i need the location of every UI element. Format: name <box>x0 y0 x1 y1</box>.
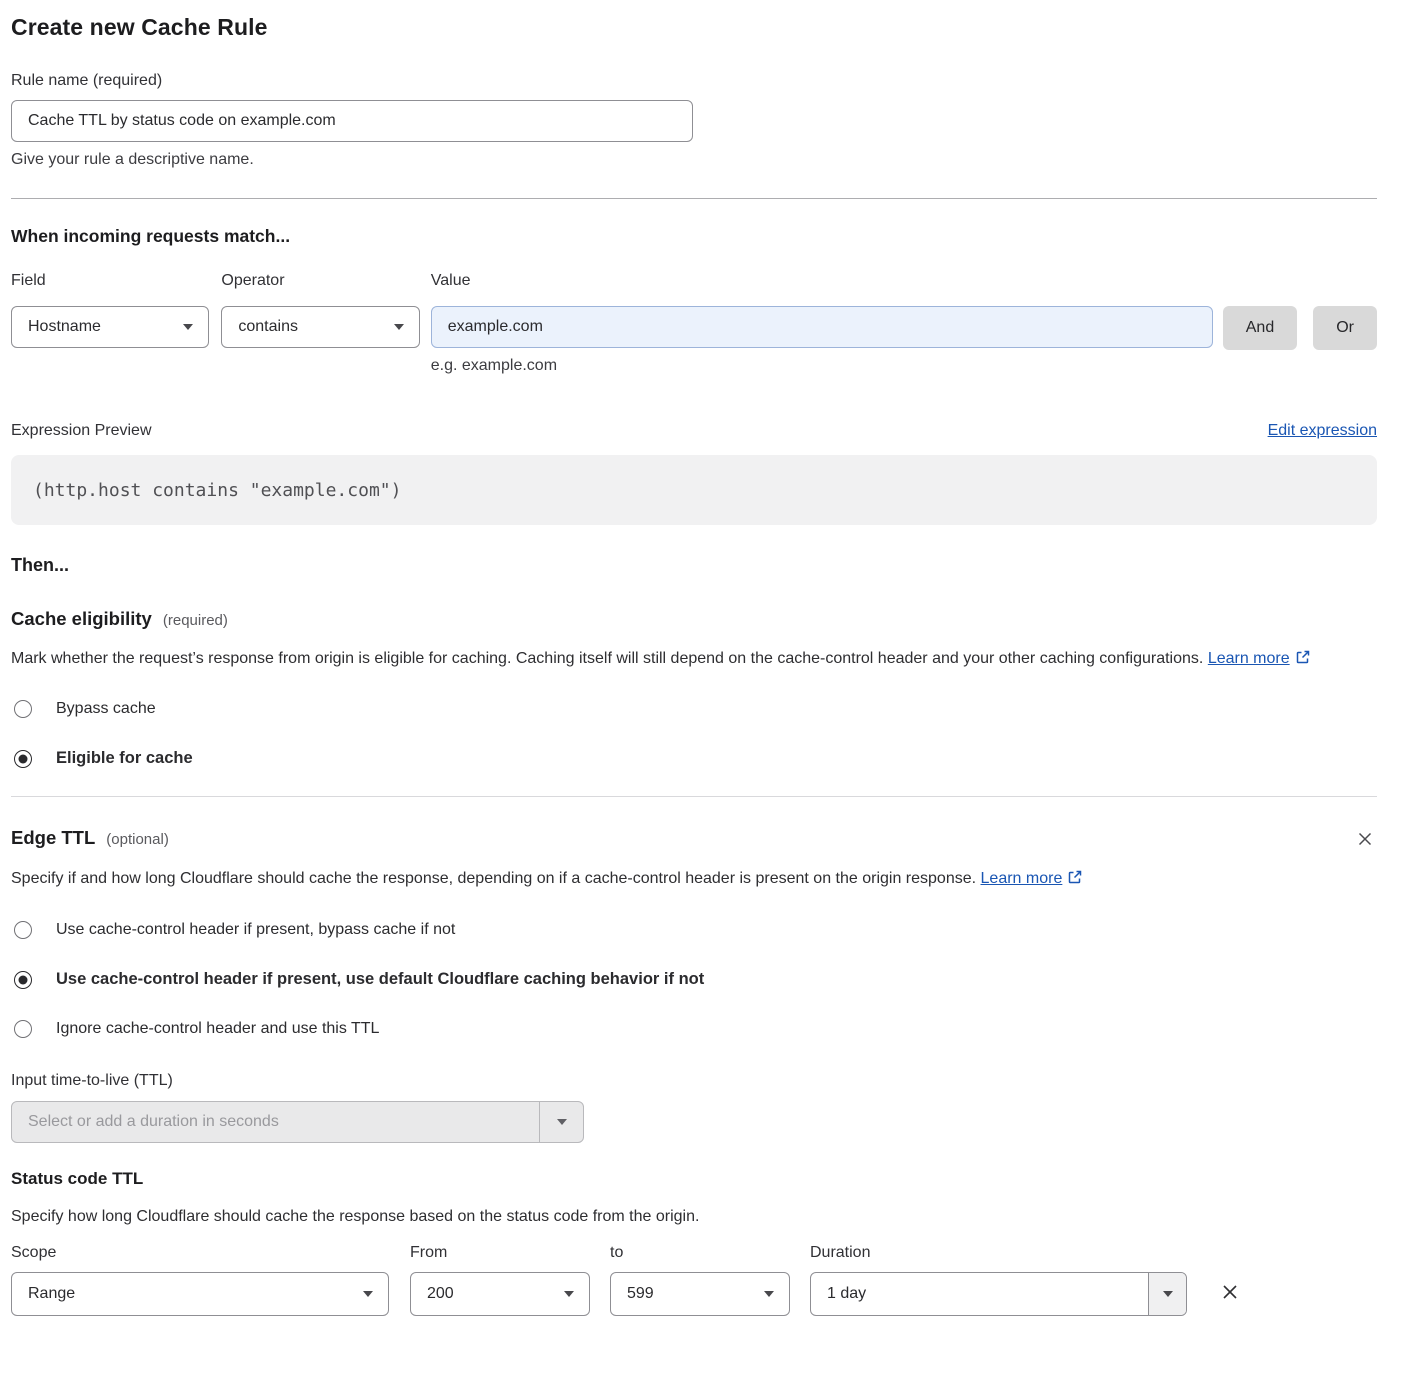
ttl-combobox-placeholder: Select or add a duration in seconds <box>12 1102 539 1142</box>
value-helper: e.g. example.com <box>431 357 1213 375</box>
create-cache-rule-form: Create new Cache Rule Rule name (require… <box>11 14 1377 1316</box>
rule-name-helper: Give your rule a descriptive name. <box>11 151 1377 169</box>
ttl-combobox-arrow-button <box>539 1102 583 1142</box>
close-icon <box>1355 829 1375 849</box>
required-tag: (required) <box>163 612 228 629</box>
to-select-value: 599 <box>627 1285 654 1303</box>
radio-label: Ignore cache-control header and use this… <box>56 1020 379 1038</box>
status-code-ttl-description: Specify how long Cloudflare should cache… <box>11 1203 1377 1231</box>
rule-name-label: Rule name (required) <box>11 71 1377 90</box>
field-label: Field <box>11 271 209 290</box>
section-divider <box>11 796 1377 797</box>
to-label: to <box>610 1243 790 1262</box>
value-input[interactable] <box>431 306 1213 348</box>
and-button[interactable]: And <box>1223 306 1297 350</box>
chevron-down-icon <box>564 1291 574 1297</box>
cache-eligibility-heading: Cache eligibility (required) <box>11 608 1377 630</box>
scope-select-value: Range <box>28 1285 75 1303</box>
radio-option-bypass-cache[interactable]: Bypass cache <box>11 700 1377 718</box>
edge-ttl-title: Edge TTL <box>11 827 95 848</box>
from-select-value: 200 <box>427 1285 454 1303</box>
radio-unchecked-icon[interactable] <box>14 1020 32 1038</box>
from-label: From <box>410 1243 590 1262</box>
radio-unchecked-icon[interactable] <box>14 700 32 718</box>
expression-code: (http.host contains "example.com") <box>33 480 401 501</box>
remove-status-code-row-button[interactable] <box>1217 1279 1243 1305</box>
chevron-down-icon <box>363 1291 373 1297</box>
radio-label: Bypass cache <box>56 700 156 718</box>
duration-label: Duration <box>810 1243 1187 1262</box>
chevron-down-icon <box>1163 1291 1173 1297</box>
radio-label: Eligible for cache <box>56 749 193 768</box>
duration-combobox[interactable]: 1 day <box>810 1272 1187 1316</box>
operator-select-value: contains <box>238 318 298 336</box>
cache-eligibility-description-text: Mark whether the request’s response from… <box>11 650 1203 667</box>
duration-value: 1 day <box>811 1273 1148 1315</box>
status-code-ttl-heading: Status code TTL <box>11 1169 1377 1189</box>
external-link-icon <box>1295 649 1311 665</box>
edge-ttl-options: Use cache-control header if present, byp… <box>11 921 1377 1038</box>
rule-name-input[interactable] <box>11 100 693 142</box>
operator-select[interactable]: contains <box>221 306 419 348</box>
to-select[interactable]: 599 <box>610 1272 790 1316</box>
edge-ttl-description: Specify if and how long Cloudflare shoul… <box>11 865 1111 893</box>
chevron-down-icon <box>557 1119 567 1125</box>
then-heading: Then... <box>11 555 1377 576</box>
scope-label: Scope <box>11 1243 389 1262</box>
section-divider <box>11 198 1377 199</box>
expression-preview-label: Expression Preview <box>11 421 152 440</box>
match-controls-row: Field Hostname Operator contains Value e… <box>11 271 1377 375</box>
edge-ttl-description-text: Specify if and how long Cloudflare shoul… <box>11 870 976 887</box>
operator-label: Operator <box>221 271 419 290</box>
close-edge-ttl-button[interactable] <box>1353 827 1377 851</box>
expression-preview-box: (http.host contains "example.com") <box>11 455 1377 525</box>
cache-eligibility-options: Bypass cache Eligible for cache <box>11 700 1377 768</box>
chevron-down-icon <box>183 324 193 330</box>
duration-arrow-button[interactable] <box>1148 1273 1186 1315</box>
ttl-duration-combobox: Select or add a duration in seconds <box>11 1101 584 1143</box>
radio-option-use-header-default[interactable]: Use cache-control header if present, use… <box>11 970 1377 989</box>
external-link-icon <box>1067 869 1083 885</box>
radio-checked-icon[interactable] <box>14 750 32 768</box>
radio-label: Use cache-control header if present, byp… <box>56 921 455 939</box>
cache-eligibility-title: Cache eligibility <box>11 608 152 629</box>
chevron-down-icon <box>394 324 404 330</box>
scope-select[interactable]: Range <box>11 1272 389 1316</box>
status-code-ttl-row: Scope Range From 200 to 599 Duration 1 d… <box>11 1243 1377 1316</box>
radio-checked-icon[interactable] <box>14 971 32 989</box>
field-select[interactable]: Hostname <box>11 306 209 348</box>
optional-tag: (optional) <box>106 831 169 848</box>
expression-header: Expression Preview Edit expression <box>11 421 1377 440</box>
learn-more-link[interactable]: Learn more <box>981 870 1063 887</box>
edge-ttl-header: Edge TTL (optional) <box>11 827 1377 851</box>
cache-eligibility-description: Mark whether the request’s response from… <box>11 645 1357 673</box>
radio-option-ignore-header-ttl[interactable]: Ignore cache-control header and use this… <box>11 1020 1377 1038</box>
edge-ttl-heading: Edge TTL (optional) <box>11 827 169 849</box>
field-select-value: Hostname <box>28 318 101 336</box>
radio-label: Use cache-control header if present, use… <box>56 970 704 989</box>
spacer <box>1313 271 1377 306</box>
value-label: Value <box>431 271 1213 290</box>
spacer <box>1223 271 1297 306</box>
from-select[interactable]: 200 <box>410 1272 590 1316</box>
match-section-heading: When incoming requests match... <box>11 226 1377 247</box>
page-title: Create new Cache Rule <box>11 14 1377 41</box>
radio-option-eligible-for-cache[interactable]: Eligible for cache <box>11 749 1377 768</box>
learn-more-link[interactable]: Learn more <box>1208 650 1290 667</box>
chevron-down-icon <box>764 1291 774 1297</box>
radio-unchecked-icon[interactable] <box>14 921 32 939</box>
radio-option-use-header-bypass[interactable]: Use cache-control header if present, byp… <box>11 921 1377 939</box>
or-button[interactable]: Or <box>1313 306 1377 350</box>
close-icon <box>1219 1281 1241 1303</box>
edit-expression-link[interactable]: Edit expression <box>1268 422 1377 440</box>
ttl-input-label: Input time-to-live (TTL) <box>11 1071 1377 1090</box>
